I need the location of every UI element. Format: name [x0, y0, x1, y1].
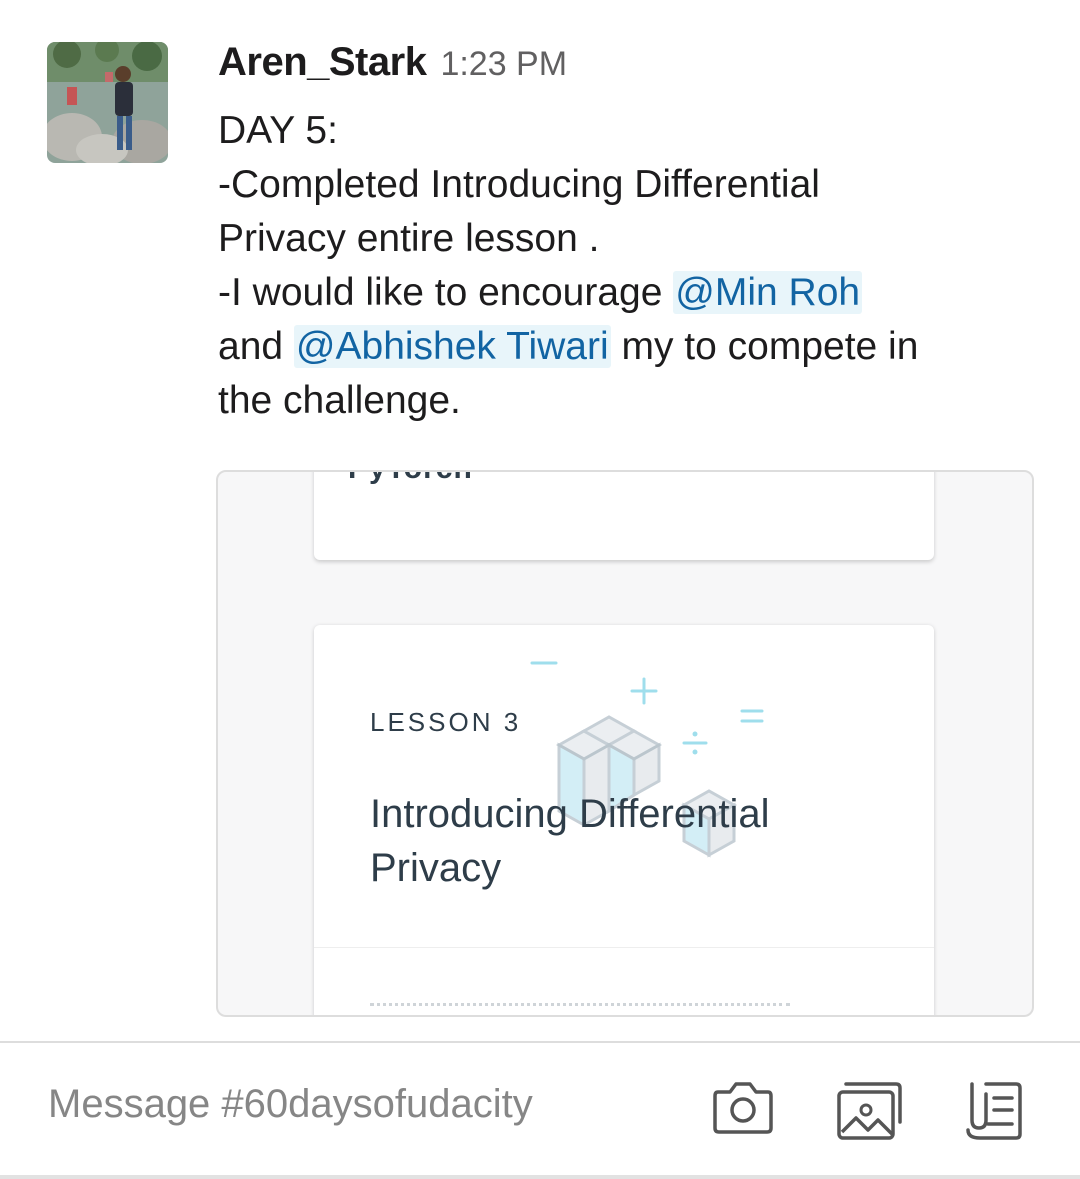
- message-line: the challenge.: [218, 379, 461, 422]
- message-timestamp[interactable]: 1:23 PM: [440, 45, 567, 84]
- message-text: and: [218, 325, 294, 368]
- image-icon[interactable]: [836, 1078, 904, 1147]
- message-line: and @Abhishek Tiwari my to compete in: [218, 320, 1048, 374]
- lesson-number-label: LESSON 3: [370, 707, 522, 737]
- mention-min-roh[interactable]: @Min Roh: [673, 271, 863, 314]
- image-attachment-preview[interactable]: PyTorch: [216, 470, 1034, 1017]
- message-header: Aren_Stark 1:23 PM: [218, 40, 1048, 104]
- faded-text-line: [370, 1003, 790, 1010]
- message-line: Privacy entire lesson .: [218, 217, 600, 260]
- message-line: DAY 5:: [218, 109, 338, 152]
- previous-lesson-title: PyTorch: [348, 472, 473, 486]
- avatar[interactable]: [47, 42, 168, 163]
- lesson-title: Introducing Differential Privacy: [370, 792, 770, 890]
- message-text: my to compete in: [610, 325, 919, 368]
- attachment-icon[interactable]: [962, 1080, 1024, 1147]
- author-name[interactable]: Aren_Stark: [218, 40, 427, 85]
- message: Aren_Stark 1:23 PM DAY 5: -Completed Int…: [218, 40, 1048, 428]
- bottom-edge: [0, 1175, 1080, 1179]
- card-divider: [314, 947, 934, 948]
- camera-icon[interactable]: [712, 1078, 774, 1141]
- message-input[interactable]: Message #60daysofudacity: [48, 1082, 533, 1127]
- mention-abhishek-tiwari[interactable]: @Abhishek Tiwari: [293, 325, 611, 368]
- message-text: -I would like to encourage: [218, 271, 674, 314]
- avatar-photo: [47, 42, 168, 163]
- message-line: -I would like to encourage @Min Roh: [218, 266, 1048, 320]
- lesson-card-previous: PyTorch: [314, 472, 934, 560]
- lesson-card: LESSON 3 Introducing Differential Privac…: [314, 625, 934, 1015]
- composer-divider: [0, 1041, 1080, 1043]
- message-line: -Completed Introducing Differential: [218, 163, 820, 206]
